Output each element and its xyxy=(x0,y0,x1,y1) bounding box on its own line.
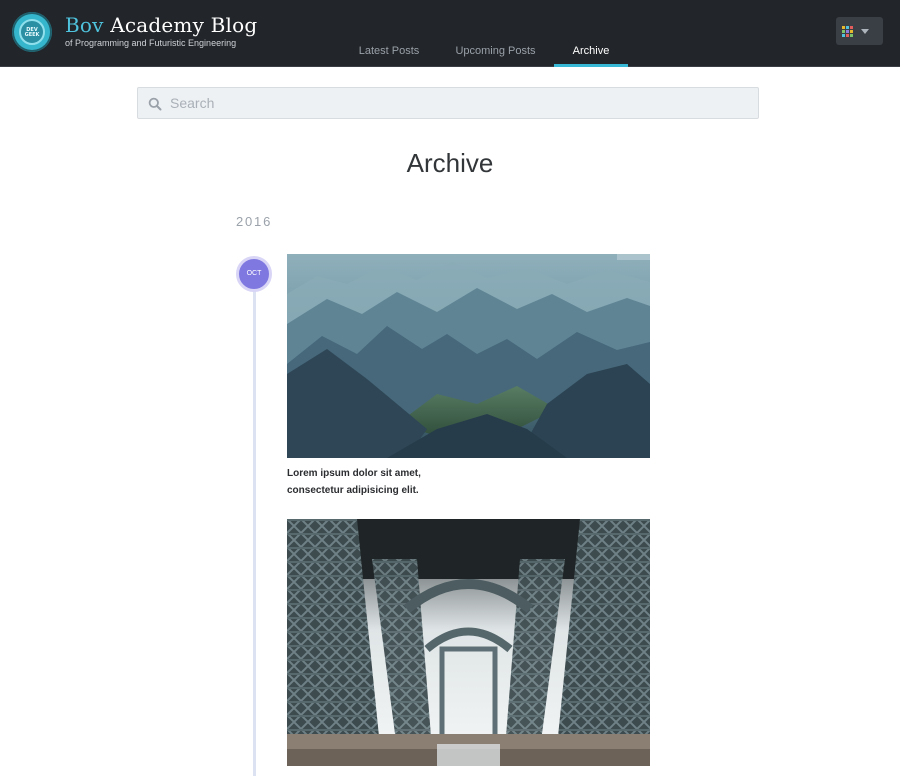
site-title-accent: Bov xyxy=(65,13,104,37)
post-excerpt-line-2: consectetur adipisicing elit. xyxy=(287,485,419,496)
post-excerpt[interactable]: Lorem ipsum dolor sit amet, consectetur … xyxy=(287,465,487,499)
search-input[interactable] xyxy=(170,92,740,114)
chevron-down-icon xyxy=(861,29,869,34)
post-image-mountains[interactable] xyxy=(287,254,650,458)
page-title: Archive xyxy=(406,148,494,178)
post-excerpt-line-1: Lorem ipsum dolor sit amet, xyxy=(287,468,421,479)
search-icon xyxy=(148,97,162,111)
active-tab-indicator xyxy=(554,64,628,67)
site-title-rest: Academy Blog xyxy=(103,13,258,37)
steel-bridge-underside-photo xyxy=(287,519,650,766)
search-bar xyxy=(137,87,759,119)
month-badge[interactable]: OCT xyxy=(236,256,272,292)
nav-upcoming-posts[interactable]: Upcoming Posts xyxy=(444,36,547,67)
apps-menu-button[interactable] xyxy=(836,17,883,45)
site-tagline: of Programming and Futuristic Engineerin… xyxy=(65,38,237,48)
apps-grid-icon xyxy=(842,26,853,37)
archive-year: 2016 xyxy=(236,214,273,229)
site-title[interactable]: Bov Academy Blog xyxy=(65,13,257,37)
post-image-bridge[interactable] xyxy=(287,519,650,766)
top-navbar: DEV GEEK Bov Academy Blog of Programming… xyxy=(0,0,900,67)
logo-icon[interactable]: DEV GEEK xyxy=(12,12,52,52)
nav-latest-posts[interactable]: Latest Posts xyxy=(341,36,437,67)
month-label: OCT xyxy=(246,270,262,277)
mountain-valley-photo xyxy=(287,254,650,458)
timeline-line xyxy=(253,286,256,776)
nav-archive[interactable]: Archive xyxy=(554,36,628,67)
logo-text: DEV GEEK xyxy=(24,27,40,38)
